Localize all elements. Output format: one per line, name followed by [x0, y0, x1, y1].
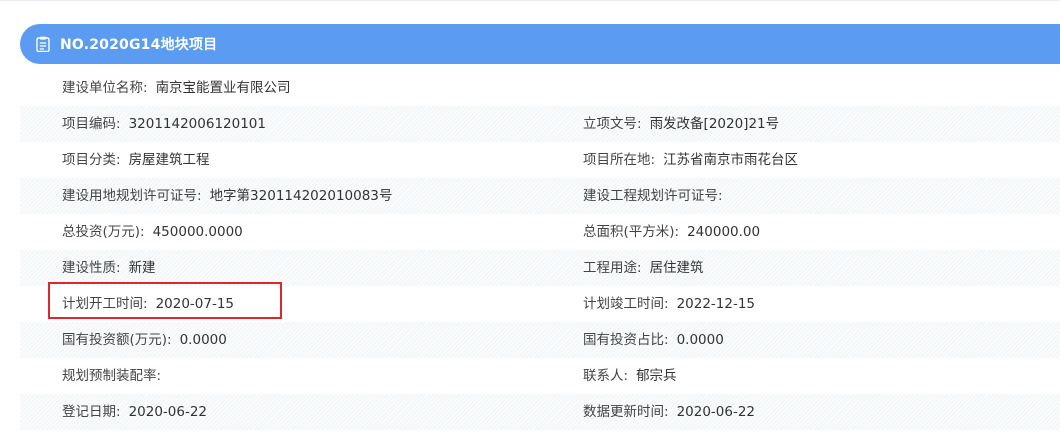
- field-label: 国有投资占比:: [583, 332, 669, 348]
- field-value: 房屋建筑工程: [128, 152, 210, 168]
- field-value: 450000.0000: [152, 224, 243, 240]
- field-state-investment-ratio: 国有投资占比: 0.0000: [583, 322, 724, 358]
- field-data-update-time: 数据更新时间: 2020-06-22: [583, 394, 755, 430]
- field-label: 项目分类:: [62, 152, 121, 168]
- field-label: 联系人:: [583, 368, 629, 384]
- field-value: 2020-06-22: [128, 404, 208, 420]
- field-contact-person: 联系人: 郁宗兵: [583, 358, 677, 394]
- field-building-use: 工程用途: 居住建筑: [583, 250, 704, 286]
- row-dates: 登记日期: 2020-06-22 数据更新时间: 2020-06-22: [20, 394, 1060, 430]
- row-state-investment: 国有投资额(万元): 0.0000 国有投资占比: 0.0000: [20, 322, 1060, 358]
- panel-header: NO.2020G14地块项目: [20, 24, 1060, 64]
- highlight-annotation-box: [48, 282, 282, 319]
- panel-title: NO.2020G14地块项目: [60, 37, 218, 53]
- field-value: 郁宗兵: [636, 368, 677, 384]
- field-value: 雨发改备[2020]21号: [649, 116, 780, 132]
- field-label: 建设工程规划许可证号:: [583, 188, 723, 204]
- field-value: 地字第320114202010083号: [209, 188, 393, 204]
- row-nature: 建设性质: 新建 工程用途: 居住建筑: [20, 250, 1060, 286]
- row-investment: 总投资(万元): 450000.0000 总面积(平方米): 240000.00: [20, 214, 1060, 250]
- field-value: 240000.00: [687, 224, 761, 240]
- row-project-code: 项目编码: 3201142006120101 立项文号: 雨发改备[2020]21号: [20, 106, 1060, 142]
- row-builder: 建设单位名称: 南京宝能置业有限公司: [20, 70, 1060, 106]
- clipboard-icon: [34, 35, 52, 53]
- row-permits: 建设用地规划许可证号: 地字第320114202010083号 建设工程规划许可证…: [20, 178, 1060, 214]
- field-construction-nature: 建设性质: 新建: [62, 250, 156, 286]
- field-label: 登记日期:: [62, 404, 121, 420]
- field-label: 建设性质:: [62, 260, 121, 276]
- field-value: 2020-06-22: [676, 404, 756, 420]
- row-prefab-contact: 规划预制装配率: 联系人: 郁宗兵: [20, 358, 1060, 394]
- field-label: 规划预制装配率:: [62, 368, 162, 384]
- field-value: 南京宝能置业有限公司: [155, 80, 291, 96]
- field-label: 国有投资额(万元):: [62, 332, 172, 348]
- detail-rows: 建设单位名称: 南京宝能置业有限公司 项目编码: 3201142006120101 …: [20, 70, 1060, 430]
- field-value: 新建: [128, 260, 156, 276]
- field-value: 0.0000: [676, 332, 724, 348]
- field-total-investment: 总投资(万元): 450000.0000: [62, 214, 243, 250]
- row-project-category: 项目分类: 房屋建筑工程 项目所在地: 江苏省南京市雨花台区: [20, 142, 1060, 178]
- field-project-category: 项目分类: 房屋建筑工程: [62, 142, 210, 178]
- field-label: 数据更新时间:: [583, 404, 669, 420]
- field-project-code: 项目编码: 3201142006120101: [62, 106, 266, 142]
- field-label: 总面积(平方米):: [583, 224, 680, 240]
- field-label: 工程用途:: [583, 260, 642, 276]
- field-registration-date: 登记日期: 2020-06-22: [62, 394, 207, 430]
- field-value: 3201142006120101: [128, 116, 266, 132]
- field-label: 立项文号:: [583, 116, 642, 132]
- field-value: 2022-12-15: [676, 296, 756, 312]
- field-planned-completion: 计划竣工时间: 2022-12-15: [583, 286, 755, 322]
- field-label: 总投资(万元):: [62, 224, 145, 240]
- field-label: 项目编码:: [62, 116, 121, 132]
- field-construction-permit: 建设工程规划许可证号:: [583, 178, 731, 214]
- field-label: 建设用地规划许可证号:: [62, 188, 202, 204]
- field-value: 0.0000: [179, 332, 227, 348]
- field-label: 建设单位名称:: [62, 80, 148, 96]
- field-builder-name: 建设单位名称: 南京宝能置业有限公司: [62, 70, 291, 106]
- field-total-area: 总面积(平方米): 240000.00: [583, 214, 760, 250]
- project-detail-panel: NO.2020G14地块项目 建设单位名称: 南京宝能置业有限公司 项目编码: 32…: [20, 0, 1060, 447]
- field-value: 江苏省南京市雨花台区: [663, 152, 799, 168]
- field-project-location: 项目所在地: 江苏省南京市雨花台区: [583, 142, 798, 178]
- field-approval-number: 立项文号: 雨发改备[2020]21号: [583, 106, 779, 142]
- field-label: 项目所在地:: [583, 152, 656, 168]
- field-state-investment: 国有投资额(万元): 0.0000: [62, 322, 227, 358]
- field-land-permit: 建设用地规划许可证号: 地字第320114202010083号: [62, 178, 392, 214]
- field-value: 居住建筑: [649, 260, 704, 276]
- field-label: 计划竣工时间:: [583, 296, 669, 312]
- field-prefab-rate: 规划预制装配率:: [62, 358, 169, 394]
